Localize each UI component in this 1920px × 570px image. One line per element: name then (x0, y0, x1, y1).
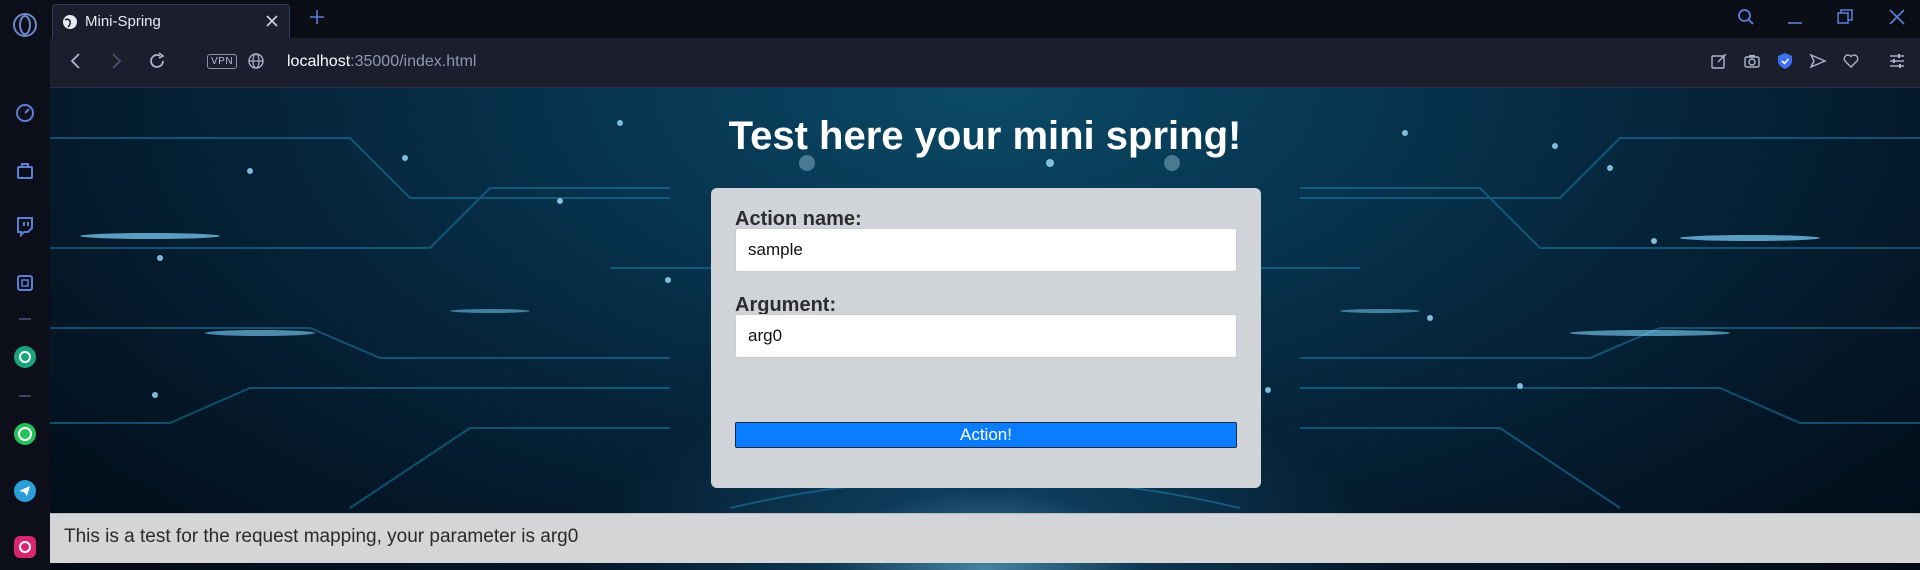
opera-logo-icon[interactable] (12, 12, 38, 38)
shopping-bag-icon[interactable] (12, 157, 38, 183)
sidebar-separator (19, 395, 31, 397)
url-field[interactable]: localhost:35000/index.html (287, 53, 476, 71)
argument-input[interactable] (735, 314, 1237, 358)
close-icon[interactable] (265, 14, 279, 33)
result-message: This is a test for the request mapping, … (50, 513, 1920, 563)
instagram-icon[interactable] (12, 534, 38, 560)
telegram-icon[interactable] (12, 478, 38, 504)
close-window-icon[interactable] (1888, 8, 1906, 31)
tab-bar: Mini-Spring (50, 0, 1920, 38)
easy-setup-icon[interactable] (1888, 52, 1906, 75)
url-host: localhost (287, 53, 351, 70)
speed-dial-icon[interactable] (12, 100, 38, 126)
action-form-card: Action name: Argument: Action! (711, 188, 1261, 488)
twitch-icon[interactable] (12, 213, 38, 239)
globe-icon (62, 14, 78, 35)
action-name-input[interactable] (735, 228, 1237, 272)
forward-icon[interactable] (106, 51, 126, 76)
heart-icon[interactable] (1842, 52, 1860, 75)
restore-icon[interactable] (1836, 8, 1854, 31)
minimize-icon[interactable] (1786, 8, 1804, 31)
url-path: :35000/index.html (350, 53, 477, 70)
edit-share-icon[interactable] (1710, 52, 1728, 75)
tab-mini-spring[interactable]: Mini-Spring (52, 4, 290, 38)
whatsapp-icon[interactable] (12, 421, 38, 447)
adblock-shield-icon[interactable] (1776, 52, 1794, 75)
search-tabs-icon[interactable] (1737, 8, 1755, 31)
workspaces-icon[interactable] (12, 270, 38, 296)
action-button[interactable]: Action! (735, 422, 1237, 448)
send-icon[interactable] (1809, 52, 1827, 75)
reload-icon[interactable] (147, 51, 167, 76)
address-bar: VPN localhost:35000/index.html (50, 38, 1920, 88)
site-info-globe-icon[interactable] (247, 52, 265, 75)
opera-sidebar (0, 0, 51, 570)
new-tab-plus-icon[interactable] (308, 8, 326, 31)
camera-snapshot-icon[interactable] (1743, 52, 1761, 75)
back-icon[interactable] (66, 51, 86, 76)
page-viewport: Test here your mini spring! Action name:… (50, 88, 1920, 570)
vpn-badge[interactable]: VPN (207, 54, 238, 69)
page-title: Test here your mini spring! (728, 114, 1242, 158)
sidebar-separator (19, 318, 31, 320)
chatgpt-icon[interactable] (12, 344, 38, 370)
tab-title: Mini-Spring (85, 13, 161, 30)
